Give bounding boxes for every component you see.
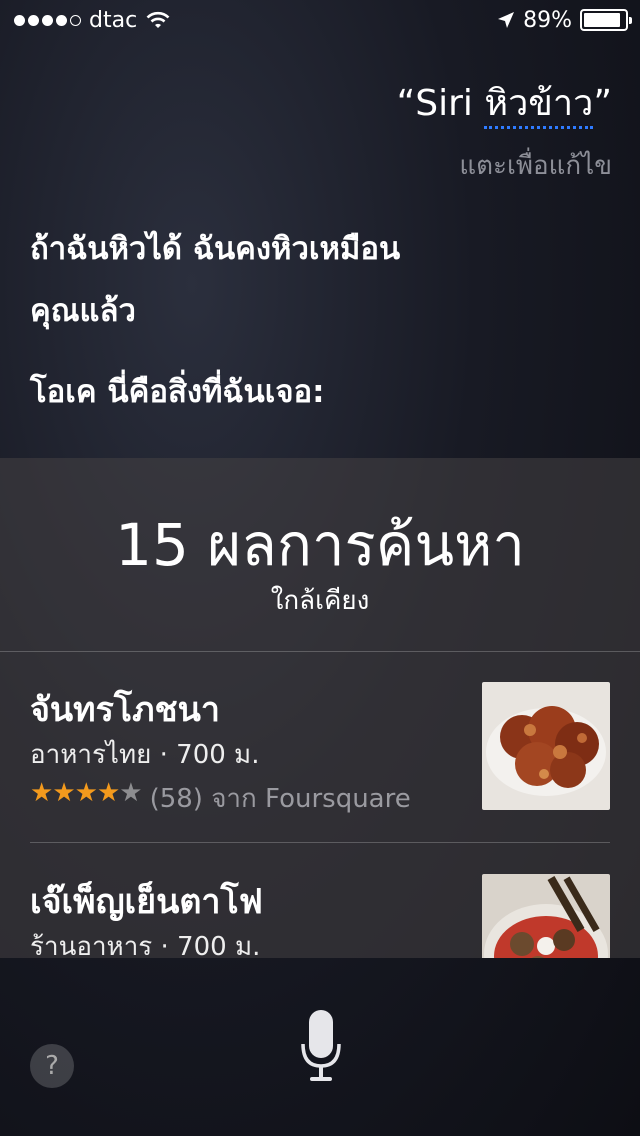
results-card: 15 ผลการค้นหา ใกล้เคียง จันทรโภชนา อาหาร… (0, 458, 640, 958)
results-subtitle: ใกล้เคียง (270, 586, 370, 616)
query-underlined-word: หิวข้าว (484, 83, 594, 129)
rating-source: (58) จาก Foursquare (149, 784, 411, 814)
result-item[interactable]: จันทรโภชนา อาหารไทย · 700 ม. ★★★★★ (58) … (30, 682, 610, 832)
result-meta: ร้านอาหาร · 700 ม. (30, 932, 261, 958)
result-photo (482, 682, 610, 810)
star-icon: ★ (30, 778, 53, 808)
result-photo (482, 874, 610, 958)
star-rating: ★★★★★ (30, 778, 143, 819)
result-name: จันทรโภชนา (30, 690, 220, 730)
siri-response: ถ้าฉันหิวได้ ฉันคงหิวเหมือน คุณแล้ว (30, 218, 590, 342)
result-meta: อาหารไทย · 700 ม. (30, 740, 260, 770)
status-left: dtac (14, 8, 171, 33)
status-right: 89% (497, 7, 632, 33)
star-icon: ★ (119, 778, 142, 808)
spoken-query[interactable]: “Siri หิวข้าว” แตะเพื่อแก้ไข (397, 74, 612, 186)
bottom-bar: ? (0, 958, 640, 1136)
help-icon[interactable]: ? (30, 1044, 74, 1088)
response-line-1: ถ้าฉันหิวได้ ฉันคงหิวเหมือน (30, 231, 401, 267)
result-item[interactable]: เจ๊เพ็ญเย็นตาโฟ ร้านอาหาร · 700 ม. (30, 874, 610, 958)
microphone-icon[interactable] (300, 1010, 342, 1084)
divider (30, 842, 610, 843)
carrier-label: dtac (89, 7, 138, 33)
divider (0, 651, 640, 652)
response-line-3: โอเค นี่คือสิ่งที่ฉันเจอ: (30, 374, 325, 410)
result-name: เจ๊เพ็ญเย็นตาโฟ (30, 882, 263, 922)
star-icon: ★ (74, 778, 98, 808)
results-count[interactable]: 15 ผลการค้นหา (0, 498, 640, 591)
status-bar: dtac 89% (0, 0, 640, 40)
result-rating: ★★★★★ (58) จาก Foursquare (30, 778, 411, 819)
star-icon: ★ (96, 778, 120, 808)
star-icon: ★ (52, 778, 75, 808)
response-line-2: คุณแล้ว (30, 293, 136, 329)
location-arrow-icon (498, 12, 515, 28)
wifi-icon (146, 11, 170, 28)
query-text: “Siri หิวข้าว” (397, 74, 612, 131)
battery-percent: 89% (523, 7, 572, 33)
battery-icon (580, 9, 632, 31)
tap-to-edit-hint[interactable]: แตะเพื่อแก้ไข (397, 145, 612, 186)
signal-dots-icon (14, 14, 81, 26)
